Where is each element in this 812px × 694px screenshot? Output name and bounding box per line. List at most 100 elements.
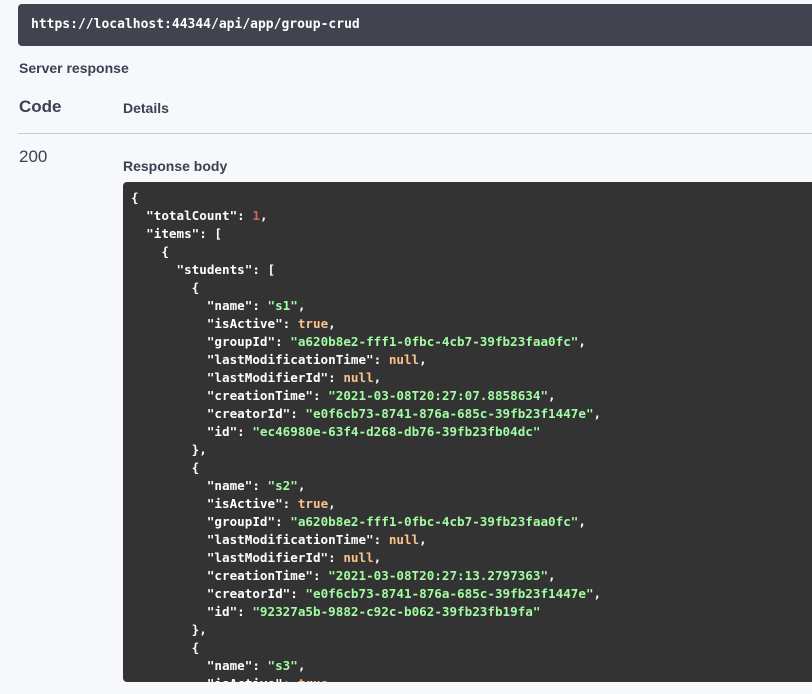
code-line: { — [131, 243, 601, 261]
code-token: , — [328, 316, 336, 331]
code-token: null — [343, 370, 374, 385]
code-token: : — [252, 658, 268, 673]
code-token: "a620b8e2-fff1-0fbc-4cb7-39fb23faa0fc" — [290, 514, 579, 529]
code-token: : — [237, 208, 253, 223]
code-token: { — [131, 190, 139, 205]
code-token: : — [373, 352, 389, 367]
code-token: { — [131, 244, 169, 259]
code-token: true — [297, 496, 329, 511]
code-line: "id": "92327a5b-9882-c92c-b062-39fb23fb1… — [131, 603, 601, 621]
code-token: true — [297, 316, 329, 331]
code-token: : — [275, 514, 291, 529]
request-url[interactable]: https://localhost:44344/api/app/group-cr… — [31, 17, 360, 32]
response-body-code-block[interactable]: { "totalCount": 1, "items": [ { "student… — [123, 182, 812, 682]
code-token: "lastModificationTime" — [206, 352, 374, 367]
code-line: "groupId": "a620b8e2-fff1-0fbc-4cb7-39fb… — [131, 513, 601, 531]
code-token: : — [290, 586, 306, 601]
code-column-header: Code — [19, 97, 62, 116]
code-token: : — [282, 496, 298, 511]
code-line: "students": [ — [131, 261, 601, 279]
code-token: "lastModifierId" — [206, 370, 329, 385]
code-line: }, — [131, 621, 601, 639]
code-line: "name": "s1", — [131, 297, 601, 315]
request-url-bar: https://localhost:44344/api/app/group-cr… — [18, 4, 812, 46]
code-token: , — [328, 496, 336, 511]
code-line: "name": "s2", — [131, 477, 601, 495]
code-token: null — [388, 532, 420, 547]
code-line: }, — [131, 441, 601, 459]
code-line: "creatorId": "e0f6cb73-8741-876a-685c-39… — [131, 585, 601, 603]
code-token: "lastModificationTime" — [206, 532, 374, 547]
code-token: "items" — [146, 226, 200, 241]
code-token: "creatorId" — [206, 586, 291, 601]
code-token: true — [298, 676, 328, 682]
code-line: "lastModifierId": null, — [131, 549, 601, 567]
code-token: "name" — [206, 298, 253, 313]
code-token: }, — [131, 442, 207, 457]
code-token: "name" — [206, 658, 253, 673]
code-token: : — [312, 388, 329, 403]
code-token: "e0f6cb73-8741-876a-685c-39fb23f1447e" — [305, 406, 594, 421]
code-token: : — [283, 676, 298, 682]
response-body-label: Response body — [123, 158, 228, 174]
code-token: { — [131, 460, 200, 475]
code-line: "lastModificationTime": null, — [131, 531, 601, 549]
code-line: "lastModificationTime": null, — [131, 351, 601, 369]
code-token: "s1" — [267, 298, 298, 313]
code-line: "id": "ec46980e-63f4-d268-db76-39fb23fb0… — [131, 423, 601, 441]
code-token: "s2" — [267, 478, 298, 493]
code-token: null — [343, 550, 374, 565]
code-token: : — [252, 478, 268, 493]
code-token: "creationTime" — [206, 388, 313, 403]
code-line: "items": [ — [131, 225, 601, 243]
code-token: , — [593, 586, 602, 601]
code-token: "e0f6cb73-8741-876a-685c-39fb23f1447e" — [305, 586, 594, 601]
code-token: , — [297, 298, 306, 313]
code-token: : — [282, 316, 298, 331]
code-token: "isActive" — [207, 676, 283, 682]
code-token: : — [290, 406, 306, 421]
code-token: 1 — [252, 208, 260, 223]
code-token: "creatorId" — [206, 406, 291, 421]
code-token: : — [312, 568, 329, 583]
code-token: : — [328, 370, 344, 385]
code-token: "groupId" — [206, 334, 276, 349]
code-token: , — [297, 478, 306, 493]
code-token: }, — [131, 622, 207, 637]
code-line: { — [131, 189, 601, 207]
code-token: : — [373, 532, 389, 547]
response-json[interactable]: { "totalCount": 1, "items": [ { "student… — [131, 189, 601, 682]
code-token: : — [237, 604, 253, 619]
code-token: : [ — [252, 262, 276, 277]
code-line: "lastModifierId": null, — [131, 369, 601, 387]
response-status-code: 200 — [19, 147, 48, 166]
code-token: , — [373, 550, 382, 565]
code-token: "id" — [206, 424, 238, 439]
code-token: , — [259, 208, 268, 223]
code-token: "name" — [206, 478, 253, 493]
code-line: { — [131, 459, 601, 477]
code-token: , — [548, 388, 556, 403]
code-token: "totalCount" — [146, 208, 238, 223]
code-line: { — [131, 279, 601, 297]
code-token: : — [328, 550, 344, 565]
code-token: "92327a5b-9882-c92c-b062-39fb23fb19fa" — [252, 604, 541, 619]
code-token: "creationTime" — [206, 568, 313, 583]
code-token: "isActive" — [206, 496, 283, 511]
code-line: "groupId": "a620b8e2-fff1-0fbc-4cb7-39fb… — [131, 333, 601, 351]
code-token: , — [548, 568, 556, 583]
code-token: , — [593, 406, 602, 421]
code-token: "groupId" — [206, 514, 276, 529]
code-token: : [ — [199, 226, 222, 241]
code-token: "2021-03-08T20:27:07.8858634" — [328, 388, 549, 403]
server-response-heading: Server response — [19, 60, 129, 76]
